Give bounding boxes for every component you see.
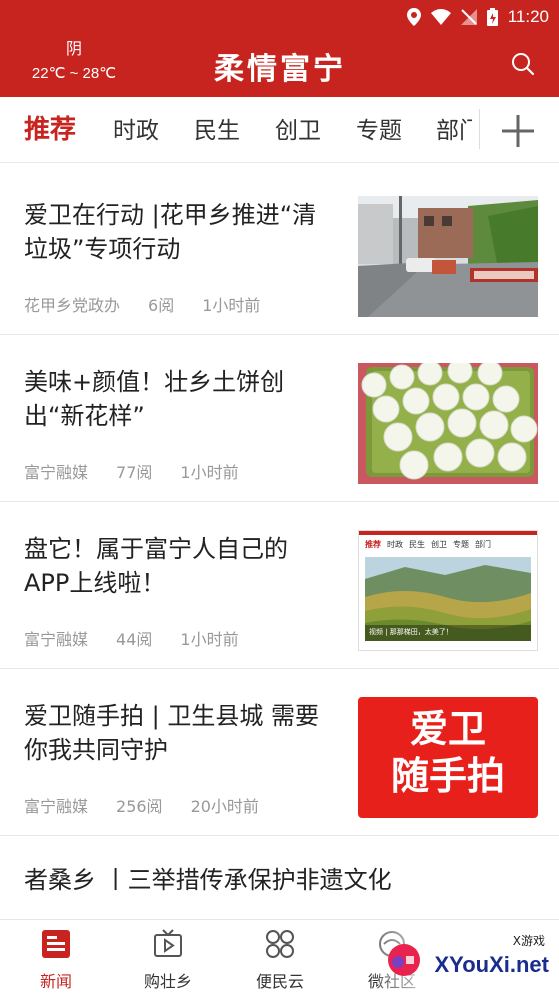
tab-livelihood[interactable]: 民生	[194, 111, 240, 145]
weather-widget[interactable]: 阴 22℃ ~ 28℃	[24, 39, 124, 83]
tab-hygiene[interactable]: 创卫	[275, 111, 321, 145]
preview-tab: 推荐	[365, 540, 381, 549]
news-icon	[42, 930, 70, 958]
news-meta: 富宁融媒 256阅 20小时前	[24, 793, 287, 817]
news-meta: 富宁融媒 44阅 1小时前	[24, 626, 267, 650]
news-reads: 6阅	[148, 296, 175, 315]
tab-departments[interactable]: 部门	[436, 118, 472, 144]
news-item[interactable]: 爱卫在行动 |花甲乡推进“清垃圾”专项行动 花甲乡党政办 6阅 1小时前	[0, 168, 559, 335]
preview-tab: 时政	[387, 540, 403, 549]
preview-tab: 专题	[453, 540, 469, 549]
nav-shop[interactable]: 购壮乡	[112, 928, 224, 992]
news-thumbnail-poster: 爱卫 随手拍	[358, 697, 538, 818]
watermark-small-text: X游戏	[512, 934, 545, 948]
signal-off-icon	[460, 9, 477, 25]
weather-temperature: 22℃ ~ 28℃	[31, 65, 117, 82]
tab-politics[interactable]: 时政	[113, 111, 159, 145]
news-item[interactable]: 爱卫随手拍 | 卫生县城 需要你我共同守护 富宁融媒 256阅 20小时前 爱卫 随…	[0, 669, 559, 836]
news-item[interactable]: 美味+颜值！壮乡土饼创出“新花样” 富宁融媒 77阅 1小时前	[0, 335, 559, 502]
news-thumbnail-rice-cakes	[358, 363, 538, 484]
news-source: 富宁融媒	[24, 630, 89, 649]
news-meta: 富宁融媒 77阅 1小时前	[24, 459, 267, 483]
app-title: 柔情富宁	[214, 52, 346, 87]
tab-divider	[479, 109, 480, 149]
news-reads: 44阅	[116, 630, 153, 649]
news-title[interactable]: 者桑乡 丨三举措传承保护非遗文化	[24, 860, 392, 895]
news-thumbnail-app-preview: 推荐 时政 民生 创卫 专题 部门 视频 | 那那梯田，太美了！	[358, 530, 538, 651]
weather-condition: 阴	[65, 39, 82, 58]
preview-tab: 部门	[475, 540, 491, 549]
news-source: 富宁融媒	[24, 797, 89, 816]
location-icon	[406, 8, 421, 26]
search-icon[interactable]	[511, 52, 535, 76]
watermark: X游戏 XYouXi.net	[378, 930, 559, 994]
category-tabs: 推荐 时政 民生 创卫 专题 部门	[0, 97, 559, 163]
news-source: 花甲乡党政办	[24, 296, 121, 315]
wifi-icon	[430, 9, 451, 25]
grid-icon	[266, 930, 294, 958]
tab-recommend[interactable]: 推荐	[24, 109, 76, 146]
preview-caption: 视频 | 那那梯田，太美了！	[369, 628, 453, 636]
news-time: 1小时前	[180, 463, 239, 482]
tv-icon	[154, 929, 182, 957]
poster-line2: 随手拍	[390, 754, 505, 798]
news-source: 富宁融媒	[24, 463, 89, 482]
news-time: 1小时前	[180, 630, 239, 649]
news-thumbnail-street	[358, 196, 538, 317]
top-bar: 11:20 阴 22℃ ~ 28℃ 柔情富宁	[0, 0, 559, 97]
watermark-logo	[388, 944, 420, 976]
nav-services-label: 便民云	[255, 972, 304, 991]
news-time: 1小时前	[202, 296, 261, 315]
preview-tab: 创卫	[431, 540, 447, 549]
battery-icon	[486, 8, 498, 26]
status-bar: 11:20	[406, 6, 549, 28]
status-time: 11:20	[507, 7, 549, 26]
nav-shop-label: 购壮乡	[143, 972, 192, 991]
news-item[interactable]: 盘它！属于富宁人自己的APP上线啦！ 富宁融媒 44阅 1小时前 推荐 时政 民生 创卫专…	[0, 502, 559, 669]
watermark-text: XYouXi.net	[434, 952, 550, 977]
tab-topics[interactable]: 专题	[356, 111, 402, 145]
news-title: 美味+颜值！壮乡土饼创出“新花样”	[24, 368, 285, 430]
news-time: 20小时前	[190, 797, 259, 816]
news-title: 盘它！属于富宁人自己的APP上线啦！	[24, 535, 288, 597]
add-tab-icon[interactable]	[500, 113, 536, 149]
news-title: 爱卫随手拍 | 卫生县城 需要你我共同守护	[24, 702, 319, 764]
news-reads: 256阅	[116, 797, 163, 816]
nav-news[interactable]: 新闻	[0, 928, 112, 992]
preview-tab: 民生	[409, 540, 425, 549]
news-meta: 花甲乡党政办 6阅 1小时前	[24, 292, 288, 316]
nav-services[interactable]: 便民云	[224, 928, 336, 992]
poster-line1: 爱卫	[409, 707, 486, 751]
nav-news-label: 新闻	[39, 972, 72, 991]
news-title: 爱卫在行动 |花甲乡推进“清垃圾”专项行动	[24, 201, 317, 263]
news-reads: 77阅	[116, 463, 153, 482]
